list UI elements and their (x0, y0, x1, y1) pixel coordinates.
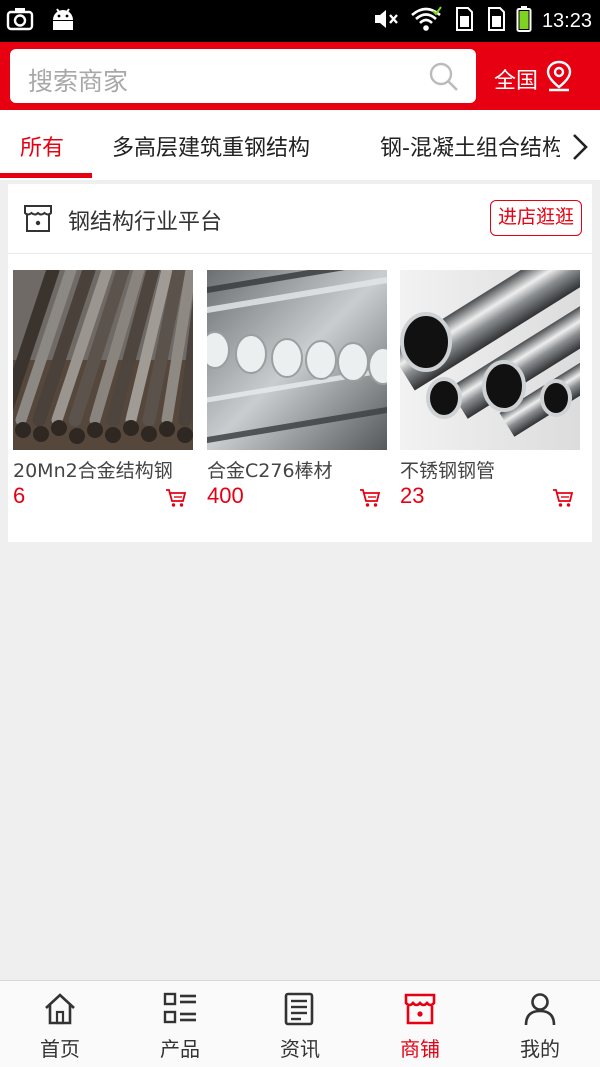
search-box[interactable]: 搜索商家 (10, 49, 476, 103)
screenshot-icon (6, 6, 34, 36)
product-name: 20Mn2合金结构钢 (13, 460, 173, 482)
nav-label: 商铺 (400, 1037, 440, 1061)
nav-label: 我的 (520, 1037, 560, 1061)
tab-all[interactable]: 所有 (20, 130, 64, 162)
cart-icon[interactable] (359, 488, 381, 512)
bottom-navigation: 首页 产品 资讯 商铺 我的 (0, 980, 600, 1067)
product-image[interactable] (207, 270, 387, 450)
product-card[interactable]: 合金C276棒材 400 (207, 270, 387, 508)
nav-label: 首页 (40, 1037, 80, 1061)
region-label: 全国 (494, 69, 539, 94)
nav-news[interactable]: 资讯 (240, 981, 360, 1067)
cart-icon[interactable] (552, 488, 574, 512)
region-selector[interactable]: 全国 (494, 60, 574, 98)
nav-label: 产品 (160, 1037, 200, 1061)
chevron-right-icon[interactable] (570, 132, 590, 166)
product-name: 不锈钢钢管 (400, 460, 496, 482)
product-image[interactable] (400, 270, 580, 450)
product-name: 合金C276棒材 (207, 460, 333, 482)
clock: 13:23 (541, 9, 592, 32)
search-icon[interactable] (428, 61, 460, 97)
product-card[interactable]: 不锈钢钢管 23 (400, 270, 580, 508)
search-input[interactable]: 搜索商家 (28, 62, 128, 98)
sim-card-icon (452, 6, 474, 36)
nav-shops[interactable]: 商铺 (360, 981, 480, 1067)
product-card[interactable]: 20Mn2合金结构钢 6 (13, 270, 193, 508)
cart-icon[interactable] (165, 488, 187, 512)
news-icon (283, 992, 317, 1030)
header-bar: 搜索商家 全国 (0, 42, 600, 110)
product-price: 23 (400, 483, 425, 508)
mute-icon (372, 6, 400, 36)
nav-products[interactable]: 产品 (120, 981, 240, 1067)
nav-home[interactable]: 首页 (0, 981, 120, 1067)
location-pin-icon (544, 60, 574, 98)
sim-card-icon (484, 6, 506, 36)
tab-steel-concrete[interactable]: 钢-混凝土组合结构 (380, 130, 564, 162)
enter-shop-button[interactable]: 进店逛逛 (489, 200, 582, 236)
shop-header[interactable]: 钢结构行业平台 进店逛逛 (8, 184, 592, 254)
shop-name: 钢结构行业平台 (68, 210, 223, 235)
product-list-icon (163, 992, 197, 1030)
product-price: 6 (13, 483, 26, 508)
category-tabs: 所有 多高层建筑重钢结构 钢-混凝土组合结构 (0, 110, 600, 180)
user-icon (523, 992, 557, 1030)
home-icon (43, 992, 77, 1030)
battery-icon (516, 6, 532, 36)
status-bar: 13:23 (0, 0, 600, 42)
shop-icon (403, 992, 437, 1030)
tab-multi-storey-steel[interactable]: 多高层建筑重钢结构 (112, 130, 310, 162)
nav-label: 资讯 (280, 1037, 320, 1061)
product-image[interactable] (13, 270, 193, 450)
nav-me[interactable]: 我的 (480, 981, 600, 1067)
android-icon (50, 6, 76, 36)
store-icon (22, 202, 54, 238)
product-price: 400 (207, 483, 244, 508)
wifi-icon (410, 6, 442, 36)
active-tab-indicator (0, 173, 92, 178)
shop-card: 钢结构行业平台 进店逛逛 20Mn2合金结构钢 6 合金C276棒材 400 不… (8, 184, 592, 542)
